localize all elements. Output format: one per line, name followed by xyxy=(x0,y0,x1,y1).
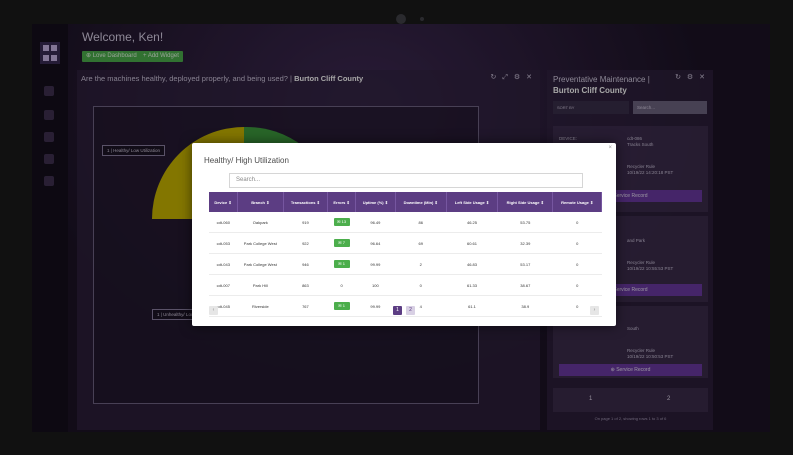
col-uptime[interactable]: Uptime (%) ⇕ xyxy=(355,192,396,212)
col-right-usage[interactable]: Right Side Usage ⇕ xyxy=(497,192,554,212)
cell-remote-usage: 0 xyxy=(552,253,602,275)
cell-left-usage: 61.33 xyxy=(446,274,498,296)
table-row: cdt-007 Park Hill 863 0 100 0 61.33 38.6… xyxy=(209,274,602,296)
cell-remote-usage: 0 xyxy=(552,212,602,233)
modal-search-input[interactable]: Search... xyxy=(229,173,583,188)
col-remote-usage[interactable]: Remote Usage ⇕ xyxy=(552,192,602,212)
cell-uptime: 100 xyxy=(355,274,396,296)
errors-badge[interactable]: ✉ 1 xyxy=(333,302,350,310)
cell-left-usage: 46.25 xyxy=(446,212,498,233)
cell-left-usage: 60.61 xyxy=(446,232,498,254)
modal-page-2[interactable]: 2 xyxy=(406,306,415,315)
cell-device: cdt-060 xyxy=(209,212,238,233)
errors-count: 13 xyxy=(341,219,347,224)
utilization-modal: × Healthy/ High Utilization Search... De… xyxy=(192,143,616,326)
cell-right-usage: 53.17 xyxy=(497,253,553,275)
col-transactions[interactable]: Transactions ⇕ xyxy=(283,192,329,212)
cell-errors: ✉ 7 xyxy=(327,232,356,254)
cell-device: cdt-007 xyxy=(209,274,238,296)
errors-count: 7 xyxy=(342,240,345,245)
cell-downtime: 2 xyxy=(395,253,447,275)
next-page-button[interactable]: › xyxy=(590,306,599,315)
cell-uptime: 99.99 xyxy=(355,253,396,275)
cell-transactions: 946 xyxy=(283,253,328,275)
cell-uptime: 96.64 xyxy=(355,232,396,254)
laptop-bezel: Welcome, Ken! ⊕ Love Dashboard + Add Wid… xyxy=(0,0,793,455)
cell-transactions: 919 xyxy=(283,212,328,233)
cell-transactions: 922 xyxy=(283,232,328,254)
cell-uptime: 99.99 xyxy=(355,295,396,317)
col-downtime[interactable]: Downtime (Min) ⇕ xyxy=(395,192,447,212)
cell-right-usage: 53.75 xyxy=(497,212,553,233)
modal-title: Healthy/ High Utilization xyxy=(204,156,289,165)
camera-icon xyxy=(396,14,406,24)
sensor-icon xyxy=(420,17,424,21)
prev-page-button[interactable]: ‹ xyxy=(209,306,218,315)
errors-count: 1 xyxy=(342,261,345,266)
cell-remote-usage: 0 xyxy=(552,274,602,296)
modal-page-1[interactable]: 1 xyxy=(393,306,402,315)
cell-remote-usage: 0 xyxy=(552,232,602,254)
errors-count: 1 xyxy=(342,303,345,308)
cell-right-usage: 32.39 xyxy=(497,232,553,254)
cell-branch: Oakpark xyxy=(237,212,284,233)
col-errors[interactable]: Errors ⇕ xyxy=(327,192,357,212)
col-left-usage[interactable]: Left Side Usage ⇕ xyxy=(446,192,499,212)
errors-badge[interactable]: ✉ 7 xyxy=(333,239,350,247)
cell-uptime: 96.49 xyxy=(355,212,396,233)
cell-transactions: 767 xyxy=(283,295,328,317)
table-row: cdt-053 Park College West 922 ✉ 7 96.64 … xyxy=(209,232,602,254)
cell-device: cdt-043 xyxy=(209,253,238,275)
close-icon[interactable]: × xyxy=(608,145,612,151)
cell-left-usage: 61.1 xyxy=(446,295,498,317)
cell-errors: ✉ 1 xyxy=(327,253,356,275)
cell-left-usage: 46.83 xyxy=(446,253,498,275)
modal-search-placeholder: Search... xyxy=(236,177,261,183)
table-header-row: Device ⇕ Branch ⇕ Transactions ⇕ Errors … xyxy=(209,192,602,212)
cell-right-usage: 38.67 xyxy=(497,274,553,296)
col-device[interactable]: Device ⇕ xyxy=(209,192,238,212)
table-row: cdt-060 Oakpark 919 ✉ 13 96.49 86 46.25 … xyxy=(209,212,602,233)
cell-errors: 0 xyxy=(327,274,356,296)
cell-errors: ✉ 13 xyxy=(327,212,356,233)
cell-branch: Riverside xyxy=(237,295,284,317)
cell-downtime: 86 xyxy=(395,212,447,233)
cell-errors: ✉ 1 xyxy=(327,295,356,317)
errors-badge[interactable]: ✉ 13 xyxy=(333,218,350,226)
col-branch[interactable]: Branch ⇕ xyxy=(237,192,284,212)
device-table: Device ⇕ Branch ⇕ Transactions ⇕ Errors … xyxy=(209,192,602,317)
cell-right-usage: 38.9 xyxy=(497,295,553,317)
cell-downtime: 0 xyxy=(395,274,447,296)
cell-transactions: 863 xyxy=(283,274,328,296)
cell-downtime: 4 xyxy=(395,295,447,317)
cell-downtime: 69 xyxy=(395,232,447,254)
cell-branch: Park Hill xyxy=(237,274,284,296)
cell-branch: Park College West xyxy=(237,232,284,254)
errors-badge[interactable]: ✉ 1 xyxy=(333,260,350,268)
cell-device: cdt-053 xyxy=(209,232,238,254)
table-row: cdt-043 Park College West 946 ✉ 1 99.99 … xyxy=(209,253,602,275)
cell-branch: Park College West xyxy=(237,253,284,275)
